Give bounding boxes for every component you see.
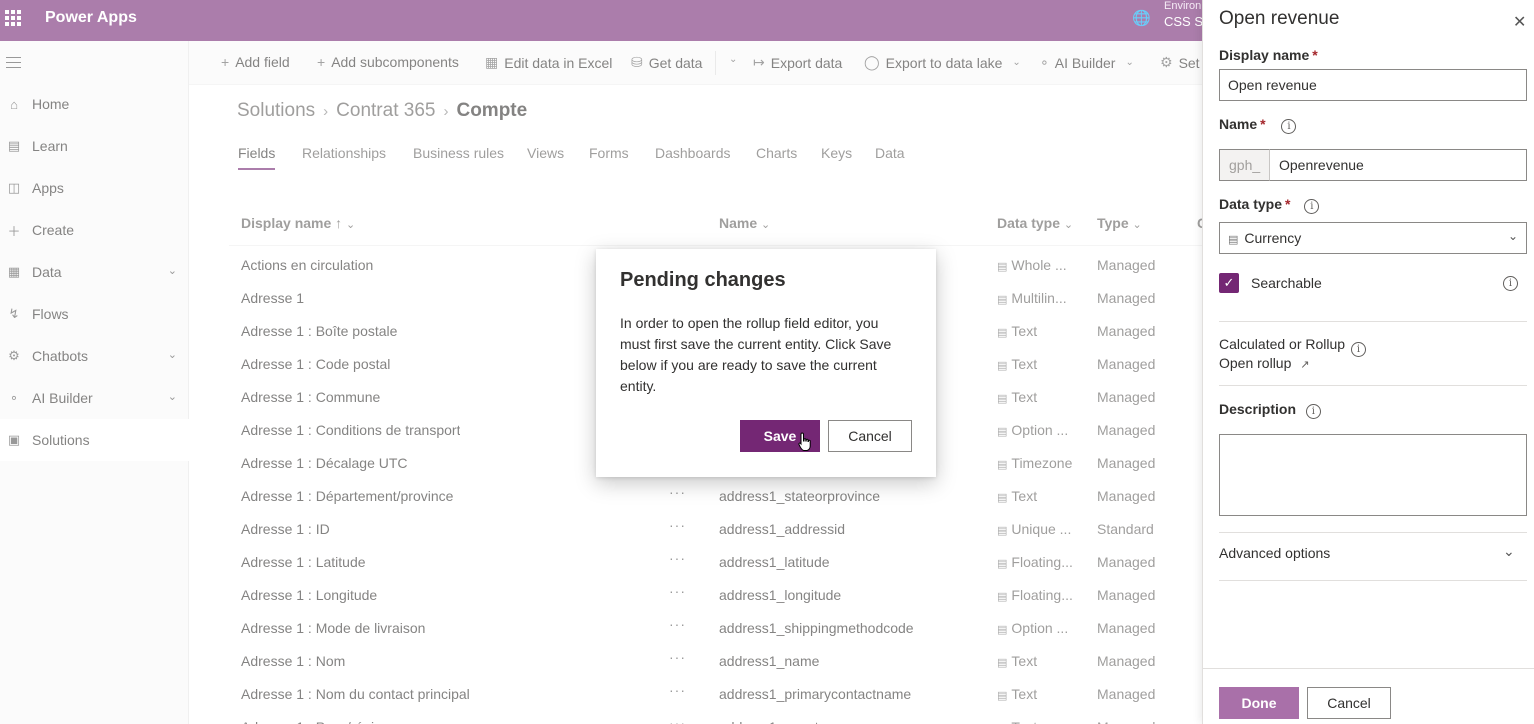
dialog-message: In order to open the rollup field editor… xyxy=(620,315,892,394)
cancel-button[interactable]: Cancel xyxy=(828,420,912,452)
required-asterisk: * xyxy=(1312,47,1318,63)
info-icon[interactable]: i xyxy=(1304,199,1320,214)
panel-footer: Done Cancel xyxy=(1203,668,1534,724)
calculated-rollup-label: Calculated or Rollup xyxy=(1219,336,1346,352)
data-type-select[interactable]: ▤ Currency ⌄ xyxy=(1219,222,1527,254)
done-button[interactable]: Done xyxy=(1219,687,1299,719)
divider xyxy=(1219,321,1527,322)
dialog-title: Pending changes xyxy=(620,269,786,291)
hand-cursor-icon xyxy=(798,432,811,451)
currency-icon: ▤ xyxy=(1228,234,1239,246)
required-asterisk: * xyxy=(1260,116,1266,132)
select-value: Currency xyxy=(1244,230,1302,246)
display-name-label: Display name * xyxy=(1219,47,1318,63)
advanced-options-toggle[interactable]: Advanced options xyxy=(1219,545,1330,561)
name-prefix: gph_ xyxy=(1219,149,1270,181)
field-properties-panel: Open revenue ✕ Display name * Open revenu… xyxy=(1202,0,1534,724)
searchable-checkbox[interactable]: ✓ xyxy=(1219,273,1239,293)
searchable-label: Searchable xyxy=(1251,275,1322,291)
data-type-label: Data type * i xyxy=(1219,196,1320,214)
panel-cancel-button[interactable]: Cancel xyxy=(1307,687,1391,719)
external-link-icon: ↗ xyxy=(1300,359,1310,371)
info-icon[interactable]: i xyxy=(1351,342,1366,357)
label-text: Display name xyxy=(1219,47,1310,63)
name-label: Name * i xyxy=(1219,116,1297,134)
info-icon[interactable]: i xyxy=(1503,276,1518,291)
panel-title: Open revenue xyxy=(1219,8,1340,29)
open-rollup-link[interactable]: Open rollup ↗ xyxy=(1219,355,1310,371)
label-text: Description xyxy=(1219,401,1297,417)
label-text: Name xyxy=(1219,116,1258,132)
info-icon[interactable]: i xyxy=(1281,119,1297,134)
divider xyxy=(1219,580,1527,581)
info-icon[interactable]: i xyxy=(1305,404,1321,419)
chevron-down-icon[interactable]: ⌄ xyxy=(1503,543,1515,560)
label-text: Data type xyxy=(1219,196,1283,212)
required-asterisk: * xyxy=(1285,196,1291,212)
description-textarea[interactable] xyxy=(1219,434,1527,516)
chevron-down-icon: ⌄ xyxy=(1507,229,1518,243)
divider xyxy=(1219,385,1527,386)
divider xyxy=(1219,532,1527,533)
description-label: Description i xyxy=(1219,401,1321,419)
link-text: Open rollup xyxy=(1219,355,1292,371)
pending-changes-dialog: Pending changes In order to open the rol… xyxy=(596,249,936,477)
close-icon[interactable]: ✕ xyxy=(1513,12,1526,32)
display-name-input[interactable]: Open revenue xyxy=(1219,69,1527,101)
